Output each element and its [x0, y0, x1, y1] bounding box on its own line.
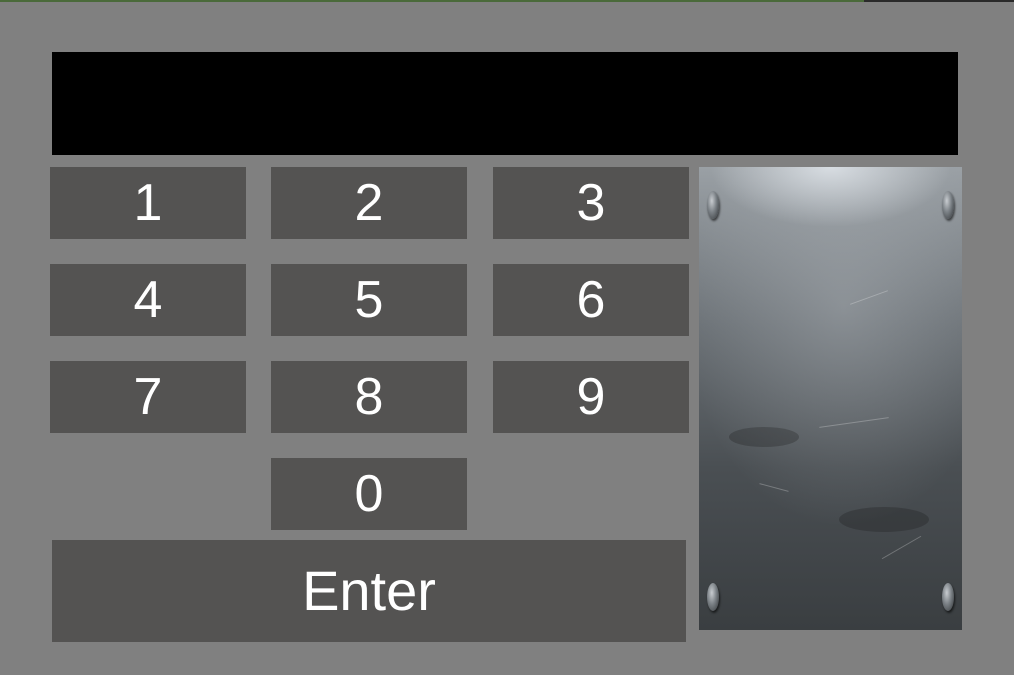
- plate-smudge: [729, 427, 799, 447]
- code-display: [52, 52, 958, 155]
- plate-smudge: [839, 507, 929, 532]
- top-border-dark-segment: [864, 0, 1014, 2]
- plate-scratch: [759, 483, 789, 492]
- plate-scratch: [881, 535, 922, 560]
- top-border-strip: [0, 0, 1014, 2]
- rivet-icon: [942, 583, 954, 611]
- metal-plate-image: [699, 167, 962, 630]
- keypad-key-7[interactable]: 7: [50, 361, 246, 433]
- keypad-key-3[interactable]: 3: [493, 167, 689, 239]
- rivet-icon: [707, 583, 719, 611]
- keypad-key-4[interactable]: 4: [50, 264, 246, 336]
- plate-scratch: [850, 290, 888, 305]
- rivet-icon: [707, 191, 719, 219]
- keypad-key-2[interactable]: 2: [271, 167, 467, 239]
- keypad-key-9[interactable]: 9: [493, 361, 689, 433]
- plate-scratch: [819, 417, 889, 428]
- keypad-key-1[interactable]: 1: [50, 167, 246, 239]
- keypad-key-6[interactable]: 6: [493, 264, 689, 336]
- enter-button[interactable]: Enter: [52, 540, 686, 642]
- rivet-icon: [942, 191, 954, 219]
- keypad-key-8[interactable]: 8: [271, 361, 467, 433]
- keypad-key-5[interactable]: 5: [271, 264, 467, 336]
- keypad-key-0[interactable]: 0: [271, 458, 467, 530]
